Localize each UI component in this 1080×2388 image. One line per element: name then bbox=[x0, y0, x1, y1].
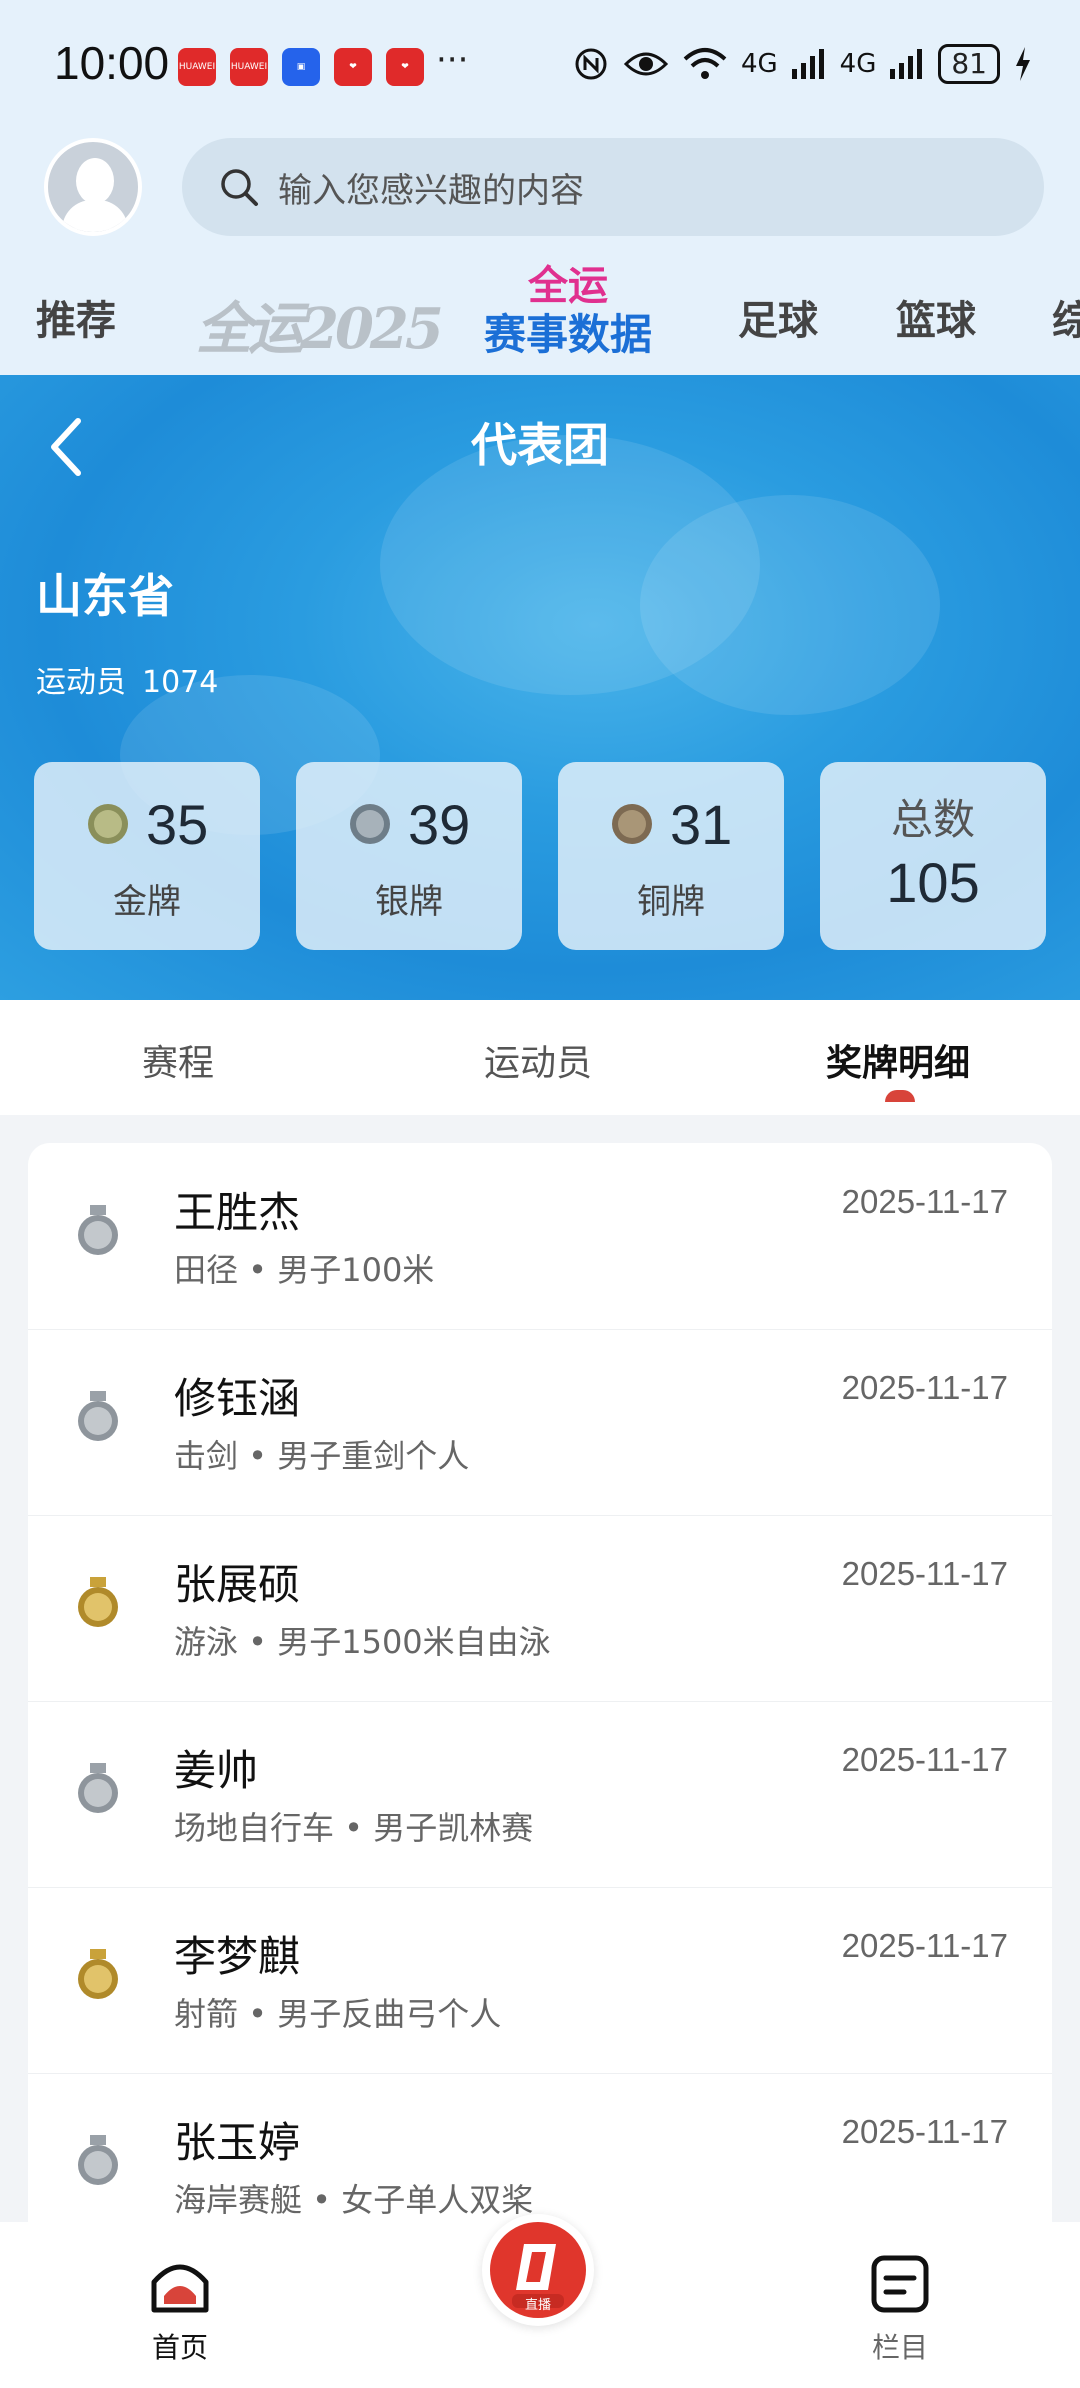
tmall-icon: ❤ bbox=[334, 48, 372, 86]
gold-medal-icon bbox=[88, 804, 128, 844]
athlete-name: 张展硕 bbox=[174, 1560, 301, 1609]
more-notifications-icon: ··· bbox=[436, 40, 469, 80]
signal-icon bbox=[791, 49, 824, 79]
page-title: 代表团 bbox=[471, 418, 609, 472]
delegation-hero: 代表团 山东省 运动员 1074 35 金牌 39 银牌 31 铜牌 总数 105 bbox=[0, 375, 1080, 1000]
total-label: 总数 bbox=[890, 795, 975, 844]
channel-tabs: 推荐 全运2025 全运 赛事数据 足球 篮球 综 bbox=[0, 262, 1080, 372]
total-count: 105 bbox=[886, 851, 980, 914]
tab-event-data[interactable]: 全运 赛事数据 bbox=[478, 262, 658, 372]
silver-medal-card: 39 银牌 bbox=[296, 762, 522, 950]
bronze-medal-card: 31 铜牌 bbox=[558, 762, 784, 950]
athlete-name: 张玉婷 bbox=[174, 2118, 301, 2167]
medal-date: 2025-11-17 bbox=[841, 2113, 1008, 2150]
province-name: 山东省 bbox=[36, 569, 174, 623]
event-detail: 射箭 • 男子反曲弓个人 bbox=[174, 1995, 502, 2033]
event-detail: 游泳 • 男子1500米自由泳 bbox=[174, 1623, 551, 1661]
athlete-name: 姜帅 bbox=[174, 1746, 259, 1795]
wifi-icon bbox=[683, 48, 727, 79]
nav-live-label: 直播 bbox=[524, 2298, 551, 2313]
active-tab-indicator bbox=[885, 1090, 915, 1102]
athlete-name: 李梦麒 bbox=[174, 1932, 301, 1981]
tab-medal-details[interactable]: 奖牌明细 bbox=[826, 1034, 970, 1086]
search-bar[interactable]: 输入您感兴趣的内容 bbox=[182, 138, 1044, 236]
list-item[interactable]: 李梦麒 射箭 • 男子反曲弓个人 2025-11-17 bbox=[28, 1887, 1052, 2074]
bronze-count: 31 bbox=[670, 793, 733, 856]
tmall-icon: ❤ bbox=[386, 48, 424, 86]
top-bar: 10:00 HUAWEI HUAWEI ▣ ❤ ❤ ··· 4G 4G 81 输… bbox=[0, 0, 1080, 375]
medal-date: 2025-11-17 bbox=[841, 1369, 1008, 1406]
tab-event-data-line2: 赛事数据 bbox=[483, 310, 652, 359]
signal-icon-2 bbox=[890, 49, 923, 79]
list-item[interactable]: 修钰涵 击剑 • 男子重剑个人 2025-11-17 bbox=[28, 1329, 1052, 1516]
list-item[interactable]: 王胜杰 田径 • 男子100米 2025-11-17 bbox=[28, 1143, 1052, 1330]
tab-event-data-line1: 全运 bbox=[528, 263, 608, 309]
bottom-nav: 首页 直播 栏目 bbox=[0, 2214, 1080, 2388]
athlete-count: 运动员 1074 bbox=[36, 657, 218, 701]
medal-date: 2025-11-17 bbox=[841, 1927, 1008, 1964]
huawei-app-icon: HUAWEI bbox=[230, 48, 268, 86]
tab-partial[interactable]: 综 bbox=[1052, 288, 1080, 346]
nav-columns-label: 栏目 bbox=[871, 2331, 928, 2364]
tab-quanyun-2025-logo[interactable]: 全运2025 bbox=[196, 284, 444, 365]
medal-date: 2025-11-17 bbox=[841, 1741, 1008, 1778]
status-bar: 10:00 HUAWEI HUAWEI ▣ ❤ ❤ ··· 4G 4G 81 bbox=[0, 0, 1080, 130]
network-4g-label: 4G bbox=[740, 49, 778, 79]
gold-medal-icon bbox=[78, 1949, 118, 1999]
silver-count: 39 bbox=[408, 793, 471, 856]
tab-schedule[interactable]: 赛程 bbox=[142, 1034, 214, 1086]
system-status: 4G 4G 81 bbox=[573, 44, 1032, 84]
gold-medal-icon bbox=[78, 1577, 118, 1627]
silver-medal-icon bbox=[78, 2135, 118, 2185]
gold-label: 金牌 bbox=[113, 882, 181, 922]
total-medal-card: 总数 105 bbox=[820, 762, 1046, 950]
bronze-label: 铜牌 bbox=[637, 882, 705, 922]
list-item[interactable]: 张展硕 游泳 • 男子1500米自由泳 2025-11-17 bbox=[28, 1515, 1052, 1702]
medal-list: 王胜杰 田径 • 男子100米 2025-11-17 修钰涵 击剑 • 男子重剑… bbox=[28, 1143, 1052, 2223]
status-time: 10:00 bbox=[54, 37, 170, 89]
event-detail: 击剑 • 男子重剑个人 bbox=[174, 1437, 470, 1475]
event-detail: 田径 • 男子100米 bbox=[174, 1251, 435, 1289]
athlete-name: 修钰涵 bbox=[174, 1374, 301, 1423]
nav-live-button[interactable]: 直播 bbox=[482, 2214, 594, 2326]
nfc-icon bbox=[575, 48, 607, 80]
delegation-tabs: 赛程 运动员 奖牌明细 bbox=[0, 1000, 1080, 1115]
silver-medal-icon bbox=[78, 1763, 118, 1813]
charging-icon bbox=[1016, 47, 1030, 81]
silver-medal-icon bbox=[350, 804, 390, 844]
eye-comfort-icon bbox=[623, 52, 669, 76]
bronze-medal-icon bbox=[612, 804, 652, 844]
athlete-count-label: 运动员 bbox=[36, 665, 126, 700]
huawei-app-icon: HUAWEI bbox=[178, 48, 216, 86]
list-item[interactable]: 姜帅 场地自行车 • 男子凯林赛 2025-11-17 bbox=[28, 1701, 1052, 1888]
search-icon bbox=[221, 169, 258, 206]
nav-home[interactable]: 首页 bbox=[140, 2252, 220, 2366]
tab-football[interactable]: 足球 bbox=[738, 288, 818, 346]
gold-count: 35 bbox=[146, 793, 209, 856]
list-item[interactable]: 张玉婷 海岸赛艇 • 女子单人双桨 2025-11-17 bbox=[28, 2073, 1052, 2223]
tab-athletes[interactable]: 运动员 bbox=[484, 1034, 592, 1086]
nav-home-label: 首页 bbox=[151, 2331, 208, 2364]
nav-columns[interactable]: 栏目 bbox=[860, 2252, 940, 2366]
battery-indicator: 81 bbox=[938, 44, 1000, 84]
silver-label: 银牌 bbox=[375, 882, 443, 922]
event-detail: 海岸赛艇 • 女子单人双桨 bbox=[174, 2181, 534, 2219]
tab-recommend[interactable]: 推荐 bbox=[36, 288, 116, 346]
event-detail: 场地自行车 • 男子凯林赛 bbox=[174, 1809, 534, 1847]
medal-date: 2025-11-17 bbox=[841, 1555, 1008, 1592]
athlete-name: 王胜杰 bbox=[174, 1188, 301, 1237]
user-avatar[interactable] bbox=[44, 138, 142, 236]
notification-icons: HUAWEI HUAWEI ▣ ❤ ❤ bbox=[178, 48, 424, 86]
tab-basketball[interactable]: 篮球 bbox=[896, 288, 976, 346]
search-placeholder: 输入您感兴趣的内容 bbox=[278, 170, 584, 211]
shopping-bag-icon: ▣ bbox=[282, 48, 320, 86]
silver-medal-icon bbox=[78, 1391, 118, 1441]
silver-medal-icon bbox=[78, 1205, 118, 1255]
home-icon bbox=[151, 2264, 209, 2313]
columns-icon bbox=[871, 2255, 929, 2313]
athlete-count-value: 1074 bbox=[142, 665, 219, 700]
network-4g-label-2: 4G bbox=[839, 49, 877, 79]
medal-date: 2025-11-17 bbox=[841, 1183, 1008, 1220]
gold-medal-card: 35 金牌 bbox=[34, 762, 260, 950]
